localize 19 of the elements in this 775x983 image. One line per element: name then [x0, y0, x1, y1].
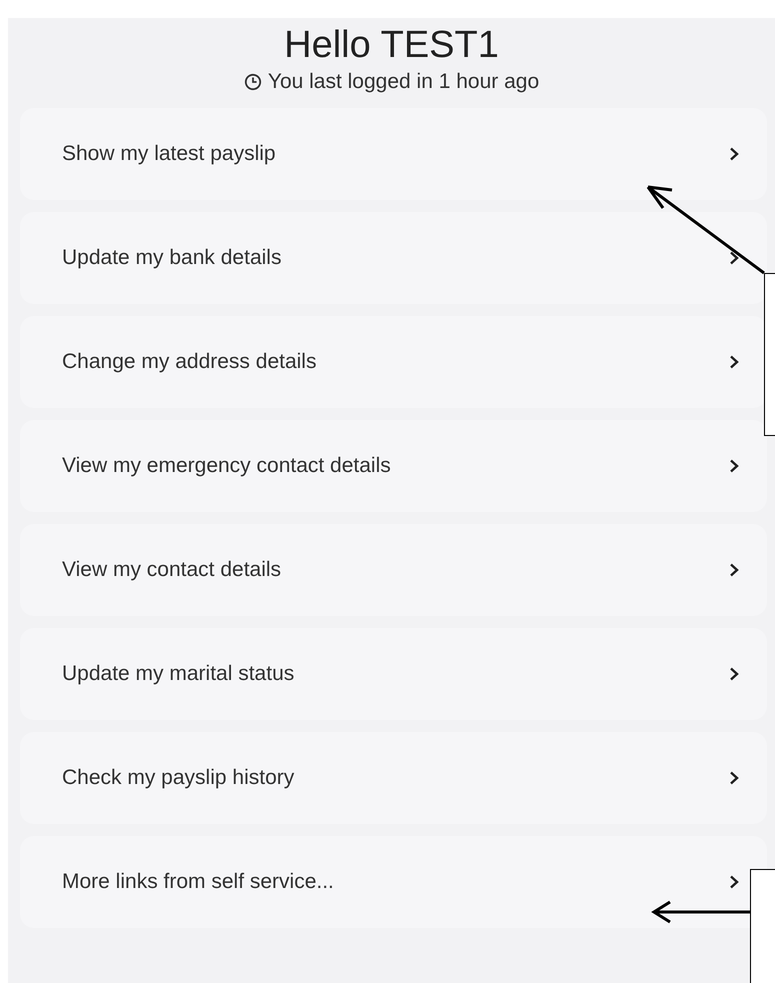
last-login-text: You last logged in 1 hour ago: [268, 70, 540, 94]
menu-link[interactable]: Show my latest payslip: [20, 108, 767, 200]
chevron-right-icon: [729, 147, 739, 161]
menu-link[interactable]: Check my payslip history: [20, 732, 767, 824]
chevron-right-icon: [729, 355, 739, 369]
chevron-right-icon: [729, 667, 739, 681]
chevron-right-icon: [729, 875, 739, 889]
menu-link[interactable]: More links from self service...: [20, 836, 767, 928]
menu-link[interactable]: Change my address details: [20, 316, 767, 408]
chevron-right-icon: [729, 563, 739, 577]
chevron-right-icon: [729, 771, 739, 785]
menu-link[interactable]: Update my bank details: [20, 212, 767, 304]
menu-link[interactable]: View my emergency contact details: [20, 420, 767, 512]
chevron-right-icon: [729, 459, 739, 473]
greeting-title: Hello TEST1: [284, 23, 499, 68]
menu-link[interactable]: Update my marital status: [20, 628, 767, 720]
menu-link[interactable]: View my contact details: [20, 524, 767, 616]
clock-icon: [244, 73, 262, 91]
chevron-right-icon: [729, 251, 739, 265]
